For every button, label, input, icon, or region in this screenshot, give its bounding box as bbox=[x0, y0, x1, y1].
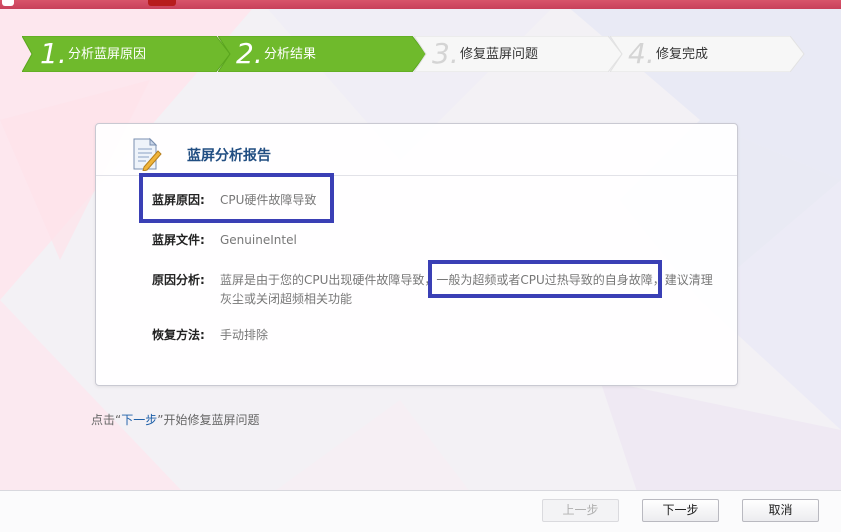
step-2: 2. 分析结果 bbox=[218, 36, 428, 72]
title-badge bbox=[148, 0, 176, 6]
step-number: 2. bbox=[236, 37, 263, 70]
step-3: 3. 修复蓝屏问题 bbox=[414, 36, 624, 72]
hint-prefix: 点击“ bbox=[91, 413, 122, 427]
hint-keyword: 下一步 bbox=[121, 413, 158, 427]
step-number: 4. bbox=[628, 37, 655, 70]
report-title: 蓝屏分析报告 bbox=[187, 148, 271, 164]
file-value: GenuineIntel bbox=[220, 233, 297, 247]
report-card: 蓝屏分析报告 蓝屏原因: CPU硬件故障导致 蓝屏文件: GenuineInte… bbox=[95, 123, 738, 386]
file-label: 蓝屏文件: bbox=[152, 233, 205, 247]
step-label: 修复完成 bbox=[656, 47, 709, 62]
step-1: 1. 分析蓝屏原因 bbox=[22, 36, 232, 72]
title-bar bbox=[0, 0, 841, 9]
step-indicator: 1. 分析蓝屏原因 2. 分析结果 3. 修复蓝屏问题 4. 修复完成 bbox=[22, 36, 822, 72]
footer-bar: 上一步 下一步 取消 bbox=[0, 490, 841, 532]
cancel-button[interactable]: 取消 bbox=[742, 499, 819, 522]
highlight-box-analysis bbox=[428, 260, 662, 298]
app-logo bbox=[2, 0, 14, 6]
step-number: 3. bbox=[432, 37, 459, 70]
highlight-box-cause bbox=[139, 173, 334, 223]
hint-suffix: ”开始修复蓝屏问题 bbox=[157, 413, 260, 427]
step-label: 分析结果 bbox=[264, 47, 317, 62]
next-button[interactable]: 下一步 bbox=[642, 499, 719, 522]
analysis-label: 原因分析: bbox=[152, 273, 205, 287]
fix-label: 恢复方法: bbox=[152, 328, 205, 342]
hint-text: 点击“下一步”开始修复蓝屏问题 bbox=[91, 411, 259, 428]
step-4: 4. 修复完成 bbox=[610, 36, 806, 72]
document-pencil-icon bbox=[133, 137, 162, 171]
prev-button[interactable]: 上一步 bbox=[542, 499, 619, 522]
step-label: 分析蓝屏原因 bbox=[68, 47, 147, 62]
fix-value: 手动排除 bbox=[220, 328, 269, 342]
analysis-text-line2: 灰尘或关闭超频相关功能 bbox=[220, 292, 353, 306]
step-label: 修复蓝屏问题 bbox=[460, 47, 539, 62]
step-number: 1. bbox=[40, 37, 67, 70]
